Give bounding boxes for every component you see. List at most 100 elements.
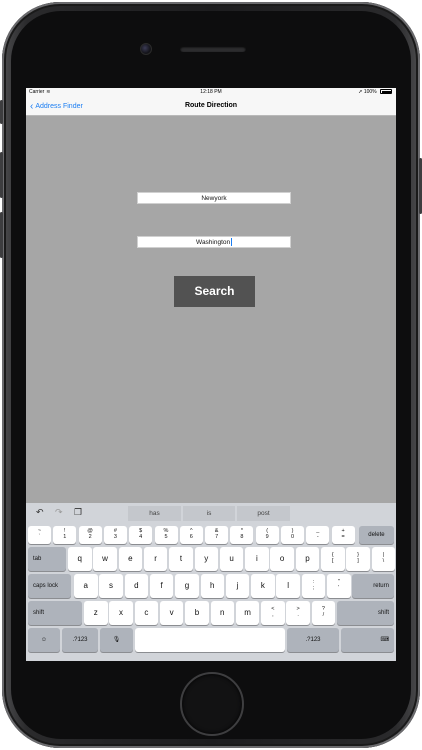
location-icon: ➚ (358, 89, 363, 95)
microphone-key[interactable]: 🎙 (100, 628, 133, 652)
undo-icon[interactable]: ↶ (36, 507, 44, 518)
volume-down-button (0, 212, 3, 258)
to-location-value: Washington (196, 239, 231, 246)
key-b[interactable]: b (185, 601, 209, 625)
key-h[interactable]: h (200, 574, 224, 598)
key-bottom-symbol: , (272, 612, 274, 618)
key-c[interactable]: c (134, 601, 159, 625)
caps-lock-key[interactable]: caps lock (28, 574, 71, 598)
key-u[interactable]: u (219, 547, 244, 571)
key-number-11[interactable]: _ - (306, 526, 330, 544)
key-symbol-q-0[interactable]: {[ (321, 547, 345, 571)
key-symbol-z-2[interactable]: ? / (311, 601, 336, 625)
app-screen: Carrier ≋ 12:18 PM ➚ 100% ‹ Address Finde… (26, 88, 396, 661)
key-bottom-symbol: 7 (215, 534, 219, 540)
key-bottom-symbol: 8 (240, 534, 244, 540)
key-number-9[interactable]: (9 (255, 526, 279, 544)
key-p[interactable]: p (295, 547, 320, 571)
key-bottom-symbol: 2 (88, 534, 92, 540)
key-d[interactable]: d (124, 574, 149, 598)
key-m[interactable]: m (235, 601, 260, 625)
key-number-10[interactable]: ) 0 (281, 526, 304, 544)
key-a[interactable]: a (74, 574, 98, 598)
from-location-value: Newyork (201, 195, 227, 202)
key-l[interactable]: l (276, 574, 300, 598)
to-location-field[interactable]: Washington (137, 236, 291, 248)
key-symbol-a-0[interactable]: :; (301, 574, 326, 598)
key-e[interactable]: e (118, 547, 143, 571)
key-number-6[interactable]: ^ 6 (179, 526, 203, 544)
key-q[interactable]: q (68, 547, 92, 571)
key-z[interactable]: z (84, 601, 108, 625)
key-bottom-symbol: ' (338, 585, 340, 591)
key-bottom-symbol: = (341, 534, 345, 540)
key-k[interactable]: k (251, 574, 275, 598)
key-symbol-a-1[interactable]: " ' (327, 574, 351, 598)
navigation-bar: ‹ Address Finder Route Direction (26, 97, 396, 116)
home-button[interactable] (180, 672, 244, 736)
key-number-0[interactable]: ~ ` (28, 526, 51, 544)
key-symbol-q-1[interactable]: }] (346, 547, 370, 571)
key-r[interactable]: r (143, 547, 168, 571)
key-t[interactable]: t (169, 547, 193, 571)
status-time: 12:18 PM (200, 89, 222, 95)
key-g[interactable]: g (175, 574, 199, 598)
key-symbol-z-0[interactable]: <, (261, 601, 285, 625)
page-title: Route Direction (184, 102, 238, 109)
numbers-key-left[interactable]: .?123 (62, 628, 98, 652)
emoji-key[interactable]: ☺ (28, 628, 60, 652)
hide-keyboard-key[interactable]: ⌨ (341, 628, 394, 652)
tab-key[interactable]: tab (28, 547, 66, 571)
key-f[interactable]: f (149, 574, 174, 598)
key-j[interactable]: j (225, 574, 250, 598)
delete-key[interactable]: delete (358, 526, 394, 544)
volume-up-button (0, 152, 3, 198)
key-number-2[interactable]: @2 (78, 526, 102, 544)
key-bottom-symbol: 3 (113, 534, 117, 540)
key-n[interactable]: n (210, 601, 234, 625)
shift-right-key[interactable]: shift (337, 601, 394, 625)
key-number-3[interactable]: #3 (103, 526, 127, 544)
redo-icon[interactable]: ↷ (55, 507, 63, 518)
key-number-1[interactable]: ! 1 (53, 526, 77, 544)
key-bottom-symbol: ] (357, 558, 359, 564)
key-i[interactable]: i (245, 547, 269, 571)
key-o[interactable]: o (270, 547, 294, 571)
keyboard-shortcut-bar: ↶ ↷ ❐ has is post (26, 503, 396, 523)
key-bottom-symbol: 1 (63, 534, 67, 540)
key-symbol-z-1[interactable]: >. (286, 601, 310, 625)
status-bar: Carrier ≋ 12:18 PM ➚ 100% (26, 88, 396, 97)
key-bottom-symbol: 4 (139, 534, 143, 540)
key-symbol-q-2[interactable]: | \ (371, 547, 396, 571)
return-key[interactable]: return (352, 574, 394, 598)
key-v[interactable]: v (159, 601, 184, 625)
key-number-12[interactable]: + = (331, 526, 355, 544)
key-s[interactable]: s (99, 574, 123, 598)
key-number-4[interactable]: $4 (129, 526, 153, 544)
battery-percent: 100% (363, 89, 377, 95)
key-bottom-symbol: 9 (265, 534, 269, 540)
battery-icon (380, 89, 392, 95)
key-number-8[interactable]: * 8 (230, 526, 254, 544)
space-key[interactable] (135, 628, 285, 652)
suggestion-1[interactable]: has (128, 506, 181, 521)
key-w[interactable]: w (93, 547, 117, 571)
suggestion-3[interactable]: post (237, 506, 290, 521)
paste-icon[interactable]: ❐ (74, 507, 82, 518)
shift-left-key[interactable]: shift (28, 601, 82, 625)
status-right: ➚ 100% (358, 89, 392, 95)
key-x[interactable]: x (109, 601, 133, 625)
search-button[interactable]: Search (174, 276, 255, 307)
key-bottom-symbol: [ (331, 558, 334, 564)
mute-switch (0, 100, 3, 124)
key-number-7[interactable]: & 7 (205, 526, 229, 544)
on-screen-keyboard: ↶ ↷ ❐ has is post ~ `! 1 @2 #3 $4% 5 ^ 6 & 7 * 8(9) 0… (26, 503, 396, 661)
from-location-field[interactable]: Newyork (137, 192, 291, 204)
key-bottom-symbol: . (297, 612, 299, 618)
suggestion-2[interactable]: is (183, 506, 235, 521)
key-bottom-symbol: 0 (290, 534, 295, 540)
key-y[interactable]: y (194, 547, 218, 571)
numbers-key-right[interactable]: .?123 (287, 628, 339, 652)
key-bottom-symbol: 6 (189, 534, 193, 540)
key-number-5[interactable]: % 5 (154, 526, 178, 544)
